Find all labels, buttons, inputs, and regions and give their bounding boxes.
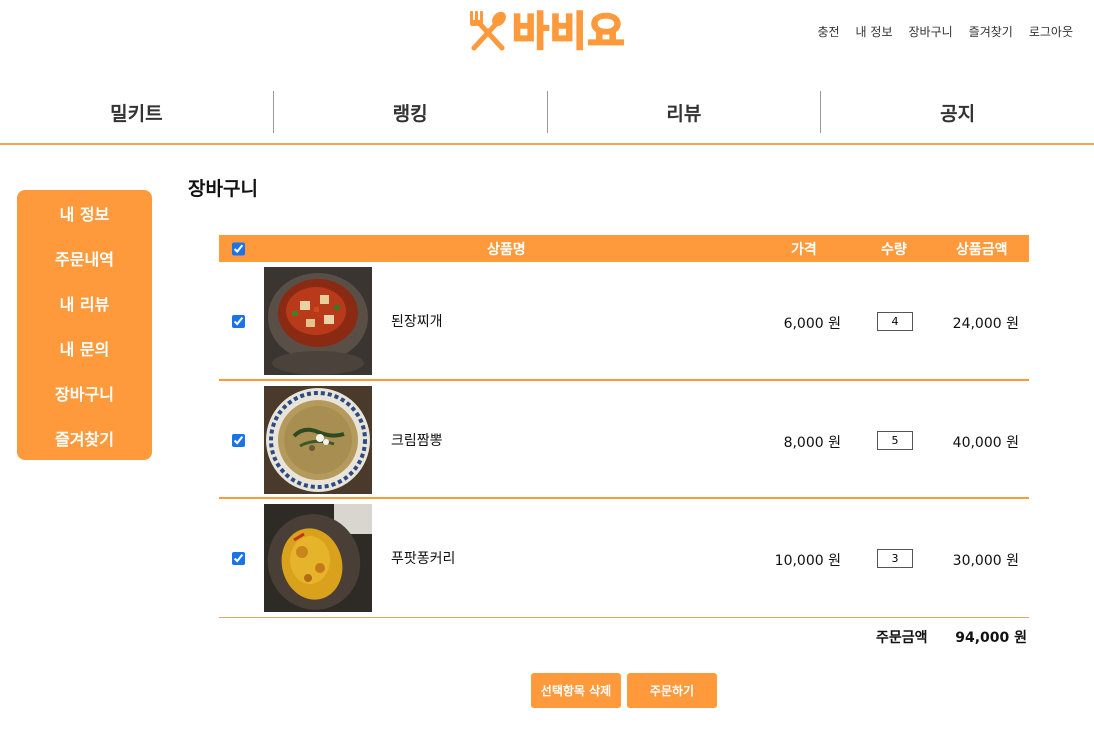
- nav-notice[interactable]: 공지: [821, 90, 1094, 134]
- product-price: 6,000 원: [783, 316, 841, 332]
- table-row: 된장찌개 6,000 원 24,000 원: [219, 262, 1029, 381]
- column-header-price: 가격: [791, 241, 817, 258]
- select-all-checkbox[interactable]: [232, 242, 245, 255]
- product-name[interactable]: 푸팟퐁커리: [391, 548, 455, 568]
- order-total: 주문금액 94,000 원: [219, 627, 1029, 647]
- item-checkbox[interactable]: [232, 552, 245, 565]
- table-row: 푸팟퐁커리 10,000 원 30,000 원: [219, 499, 1029, 618]
- nav-underline: [0, 143, 1094, 145]
- sidebar-item-my-info[interactable]: 내 정보: [17, 190, 152, 235]
- top-link-cart[interactable]: 장바구니: [908, 23, 952, 40]
- item-checkbox[interactable]: [232, 315, 245, 328]
- item-checkbox[interactable]: [232, 433, 245, 447]
- nav-review[interactable]: 리뷰: [548, 90, 821, 134]
- sidebar-item-orders[interactable]: 주문내역: [17, 235, 152, 280]
- sidebar-item-cart[interactable]: 장바구니: [17, 370, 152, 415]
- product-image-doenjang-jjigae[interactable]: [264, 267, 372, 375]
- delete-selected-button[interactable]: 선택항목 삭제: [531, 673, 621, 708]
- product-price: 8,000 원: [783, 434, 841, 451]
- top-link-my-info[interactable]: 내 정보: [856, 23, 893, 40]
- cart-table: 상품명 가격 수량 상품금액 된장찌개 6,000 원 4 24,000 원 크…: [219, 235, 1029, 618]
- fork-spoon-icon: [470, 11, 506, 51]
- top-link-charge[interactable]: 충전: [817, 23, 839, 40]
- quantity-input[interactable]: [877, 430, 913, 450]
- top-link-logout[interactable]: 로그아웃: [1029, 23, 1073, 40]
- table-row: 크림짬뽕 8,000 원 40,000 원: [219, 381, 1029, 499]
- order-total-value: 94,000 원: [955, 630, 1027, 646]
- order-button[interactable]: 주문하기: [627, 673, 717, 708]
- sidebar-item-my-reviews[interactable]: 내 리뷰: [17, 280, 152, 325]
- product-price: 10,000 원: [774, 553, 841, 569]
- nav-ranking[interactable]: 랭킹: [274, 90, 547, 134]
- sidebar-item-favorites[interactable]: 즐겨찾기: [17, 415, 152, 460]
- order-total-label: 주문금액: [876, 630, 928, 646]
- logo-text: 바비요: [511, 8, 626, 56]
- column-header-subtotal: 상품금액: [956, 241, 1008, 258]
- product-image-cream-jjamppong[interactable]: [264, 385, 372, 494]
- top-link-favorites[interactable]: 즐겨찾기: [969, 23, 1013, 40]
- product-name[interactable]: 된장찌개: [391, 311, 443, 331]
- product-image-pu-phat-phong-curry[interactable]: [264, 504, 372, 612]
- sidebar-item-my-inquiries[interactable]: 내 문의: [17, 325, 152, 370]
- product-name[interactable]: 크림짬뽕: [391, 430, 443, 450]
- quantity-input[interactable]: [877, 549, 913, 568]
- mypage-sidebar: 내 정보 주문내역 내 리뷰 내 문의 장바구니 즐겨찾기: [17, 190, 152, 460]
- cart-header-row: 상품명 가격 수량 상품금액: [219, 235, 1029, 262]
- cart-actions: 선택항목 삭제 주문하기: [531, 673, 717, 708]
- column-header-qty: 수량: [881, 241, 907, 258]
- main-nav: 밀키트 랭킹 리뷰 공지: [0, 90, 1094, 134]
- column-header-name: 상품명: [487, 241, 526, 258]
- brand-logo[interactable]: 바비요: [466, 8, 626, 56]
- product-subtotal: 24,000 원: [952, 316, 1019, 332]
- quantity-input[interactable]: [877, 312, 913, 331]
- product-subtotal: 30,000 원: [952, 553, 1019, 569]
- product-subtotal: 40,000 원: [952, 434, 1019, 451]
- page-title: 장바구니: [188, 178, 258, 200]
- nav-mealkit[interactable]: 밀키트: [0, 90, 273, 134]
- top-links: 충전 내 정보 장바구니 즐겨찾기 로그아웃: [817, 23, 1073, 40]
